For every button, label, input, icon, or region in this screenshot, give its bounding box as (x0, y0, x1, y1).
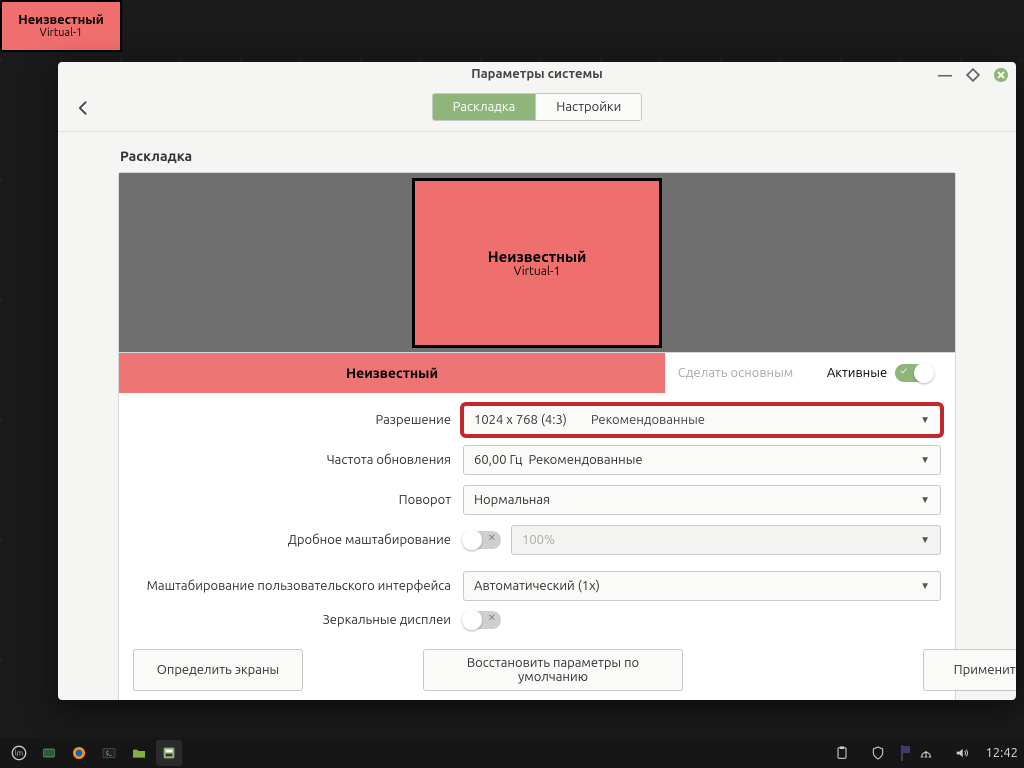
resolution-value: 1024 x 768 (4:3) (474, 413, 567, 427)
chevron-down-icon: ▼ (920, 494, 930, 506)
show-desktop-icon[interactable] (36, 740, 62, 766)
display-panel: Неизвестный Virtual-1 Неизвестный Сделат… (118, 172, 956, 700)
chevron-down-icon: ▼ (920, 580, 930, 592)
rotation-label: Поворот (133, 493, 463, 507)
flag-us-icon (901, 745, 903, 761)
chevron-down-icon: ▼ (920, 414, 930, 426)
tab-settings[interactable]: Настройки (535, 94, 641, 120)
mirror-label: Зеркальные дисплеи (133, 613, 463, 627)
refresh-rate-combo[interactable]: 60,00 Гц Рекомендованные ▼ (463, 445, 941, 475)
ui-scaling-combo[interactable]: Автоматический (1x) ▼ (463, 571, 941, 601)
make-primary-button: Сделать основным (665, 353, 805, 393)
tray-clipboard-icon[interactable] (829, 740, 855, 766)
window-titlebar[interactable]: Параметры системы — (58, 62, 1016, 82)
firefox-icon[interactable] (66, 740, 92, 766)
reset-defaults-button[interactable]: Восстановить параметры по умолчанию (423, 649, 683, 691)
menu-icon[interactable]: lm (6, 740, 32, 766)
display-arrangement-area[interactable]: Неизвестный Virtual-1 (119, 173, 955, 353)
rotation-combo[interactable]: Нормальная ▼ (463, 485, 941, 515)
monitor-connector: Virtual-1 (514, 265, 561, 278)
section-heading: Раскладка (120, 148, 956, 164)
terminal-icon[interactable]: $_ (96, 740, 122, 766)
svg-text:$_: $_ (106, 750, 112, 757)
fractional-scaling-toggle[interactable] (463, 531, 501, 549)
apply-button[interactable]: Применить (923, 649, 1016, 691)
chevron-down-icon: ▼ (920, 534, 930, 546)
ui-scaling-value: Автоматический (1x) (474, 579, 600, 593)
fractional-scaling-label: Дробное маштабирование (133, 533, 463, 547)
active-toggle[interactable] (895, 364, 933, 382)
taskbar-app-settings[interactable] (156, 740, 182, 766)
resolution-combo[interactable]: 1024 x 768 (4:3) Рекомендованные ▼ (463, 405, 941, 435)
desktop-display-badge: Неизвестный Virtual-1 (0, 0, 122, 52)
maximize-button[interactable] (966, 68, 980, 82)
tray-keyboard-layout[interactable] (901, 746, 903, 760)
monitor-tile[interactable]: Неизвестный Virtual-1 (412, 178, 662, 348)
desktop-display-connector: Virtual-1 (40, 27, 83, 39)
active-toggle-cell: Активные (805, 353, 955, 393)
files-icon[interactable] (126, 740, 152, 766)
tray-volume-icon[interactable] (949, 740, 975, 766)
taskbar-clock[interactable]: 12:42 (985, 746, 1018, 760)
svg-text:lm: lm (15, 750, 23, 758)
selected-display-tab[interactable]: Неизвестный (119, 353, 665, 393)
rotation-value: Нормальная (474, 493, 550, 507)
refresh-value: 60,00 Гц (474, 453, 523, 467)
view-switcher: Раскладка Настройки (432, 93, 643, 121)
active-label: Активные (827, 366, 887, 380)
toolbar: Раскладка Настройки (58, 82, 1016, 132)
desktop-display-name: Неизвестный (18, 13, 103, 27)
monitor-name: Неизвестный (488, 248, 587, 265)
resolution-tag: Рекомендованные (591, 413, 705, 427)
taskbar[interactable]: lm $_ 12:42 (0, 738, 1024, 768)
back-button[interactable] (72, 96, 96, 120)
minimize-button[interactable]: — (938, 68, 952, 82)
fractional-scaling-value: 100% (522, 533, 555, 547)
identify-displays-button[interactable]: Определить экраны (133, 649, 303, 691)
display-status-row: Неизвестный Сделать основным Активные (119, 353, 955, 393)
resolution-label: Разрешение (133, 413, 463, 427)
close-button[interactable] (994, 68, 1008, 82)
settings-window: Параметры системы — Раскладка Настройки … (58, 62, 1016, 700)
tray-network-icon[interactable] (913, 740, 939, 766)
tab-layout[interactable]: Раскладка (433, 94, 536, 120)
refresh-tag: Рекомендованные (529, 453, 643, 467)
window-title: Параметры системы (471, 67, 603, 81)
ui-scaling-label: Маштабирование пользовательского интерфе… (133, 579, 463, 593)
mirror-toggle[interactable] (463, 611, 501, 629)
fractional-scaling-combo: 100% ▼ (511, 525, 941, 555)
tray-shield-icon[interactable] (865, 740, 891, 766)
chevron-down-icon: ▼ (920, 454, 930, 466)
refresh-label: Частота обновления (133, 453, 463, 467)
